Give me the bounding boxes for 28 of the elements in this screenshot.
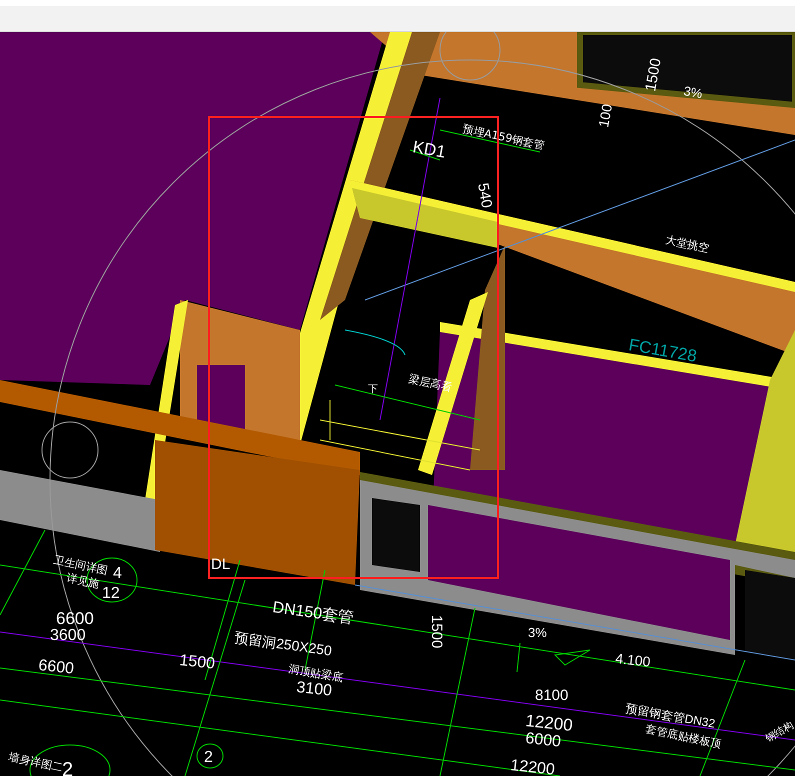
dimension-text: 3% [528, 625, 547, 640]
dimension-text: 1500 [178, 652, 216, 673]
note-text: 钢结构 [764, 720, 795, 745]
dimension-text: 8100 [535, 687, 568, 704]
dimension-text: 6000 [524, 730, 562, 751]
tag-text: FC11728 [627, 335, 698, 366]
note-text: 预埋A159钢套管 [461, 122, 546, 152]
dimension-text: 6600 [38, 657, 75, 678]
tag-text: 预留洞250X250 [234, 629, 333, 659]
dimension-text: 1500 [428, 615, 445, 648]
dimension-text: 100 [595, 102, 615, 129]
axis-number: 2 [62, 759, 74, 776]
dimension-text: 540 [474, 182, 496, 210]
dimension-text: 1500 [642, 56, 665, 93]
tag-text: DN150套管 [271, 599, 355, 628]
note-text: 梁层高看 [407, 372, 454, 394]
note-text: 下 [368, 384, 378, 395]
axis-number: 4 [113, 565, 122, 582]
dimension-text: 3% [682, 83, 704, 102]
dimension-text: 12200 [510, 757, 556, 776]
dimension-text: 3100 [296, 679, 333, 700]
axis-number: 2 [204, 749, 213, 766]
axis-number: 12 [102, 585, 120, 602]
dimension-text: 4.100 [614, 650, 652, 670]
note-text: 大堂挑空 [664, 233, 710, 256]
note-text: 墙身详图二 [7, 750, 64, 774]
tag-text: DL [211, 556, 230, 573]
tag-text: KD1 [411, 137, 448, 162]
